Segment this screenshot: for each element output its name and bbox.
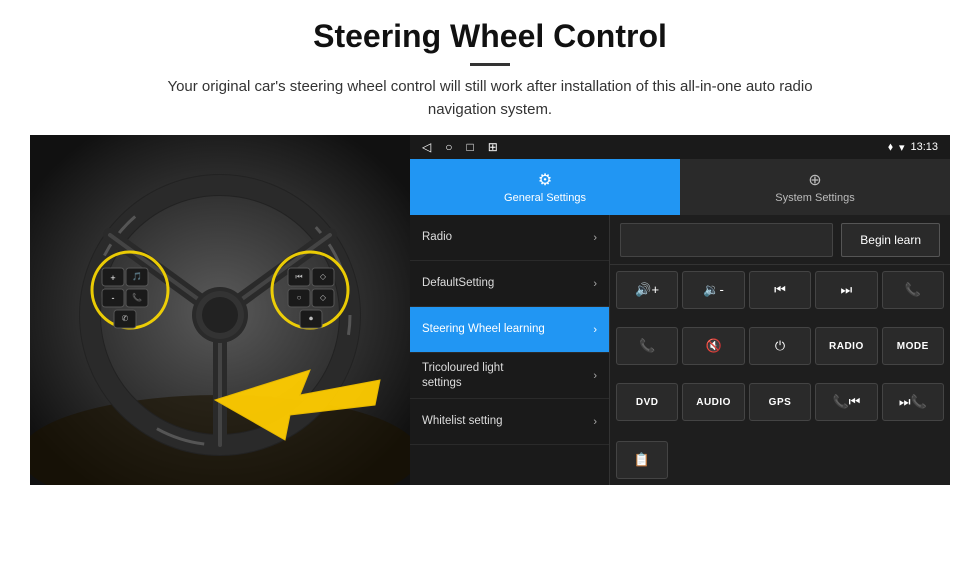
menu-default-label: DefaultSetting (422, 276, 494, 291)
tab-general-label: General Settings (504, 192, 586, 204)
vol-down-icon: 🔉- (703, 282, 724, 298)
tab-system-label: System Settings (775, 192, 854, 204)
bottom-row: 📋 (610, 441, 950, 485)
content-row: + 🎵 - 📞 ✆ ⏮ ◇ ○ ◇ (30, 135, 950, 485)
page-title: Steering Wheel Control (30, 18, 950, 55)
vol-up-button[interactable]: 🔊+ (616, 271, 678, 309)
status-bar: ⬧ ▾ 13:13 (888, 141, 938, 154)
vol-up-icon: 🔊+ (635, 282, 659, 298)
audio-button[interactable]: AUDIO (682, 383, 744, 421)
mute-icon: 🔇 (706, 338, 722, 354)
tab-bar: ⚙ General Settings ⊕ System Settings (410, 159, 950, 215)
mute-button[interactable]: 🔇 (682, 327, 744, 365)
system-settings-icon: ⊕ (808, 170, 821, 190)
power-icon: ⏻ (775, 338, 785, 354)
svg-text:○: ○ (297, 293, 302, 302)
audio-label: AUDIO (696, 397, 731, 408)
svg-text:✆: ✆ (122, 314, 129, 323)
next-track-button[interactable]: ⏭ (815, 271, 877, 309)
menu-item-tricoloured[interactable]: Tricoloured lightsettings › (410, 353, 609, 399)
dvd-button[interactable]: DVD (616, 383, 678, 421)
steering-wheel-svg: + 🎵 - 📞 ✆ ⏮ ◇ ○ ◇ (30, 135, 410, 485)
car-image-section: + 🎵 - 📞 ✆ ⏮ ◇ ○ ◇ (30, 135, 410, 485)
answer-icon: 📞 (639, 338, 655, 354)
phone-prev-icon: 📞⏮ (832, 394, 860, 410)
menu-steering-chevron: › (593, 324, 597, 336)
menu-tricoloured-label: Tricoloured lightsettings (422, 361, 503, 391)
title-divider (470, 63, 510, 66)
begin-learn-button[interactable]: Begin learn (841, 223, 940, 257)
back-nav-icon[interactable]: ◁ (422, 140, 431, 154)
mode-label: MODE (897, 341, 929, 352)
list-icon: 📋 (634, 452, 650, 468)
android-ui: ◁ ○ □ ⊞ ⬧ ▾ 13:13 ⚙ General Settings (410, 135, 950, 485)
menu-item-whitelist[interactable]: Whitelist setting › (410, 399, 609, 445)
recent-nav-icon[interactable]: □ (466, 140, 473, 154)
time-display: 13:13 (910, 141, 938, 153)
dvd-label: DVD (636, 397, 659, 408)
prev-track-icon: ⏮ (774, 282, 786, 298)
svg-text:◇: ◇ (320, 272, 327, 281)
location-icon: ⬧ (888, 141, 893, 154)
svg-text:🎵: 🎵 (132, 272, 142, 281)
list-button[interactable]: 📋 (616, 441, 668, 479)
grid-nav-icon[interactable]: ⊞ (488, 140, 498, 154)
phone-next-button[interactable]: ⏭📞 (882, 383, 944, 421)
vol-down-button[interactable]: 🔉- (682, 271, 744, 309)
right-panel: Begin learn 🔊+ 🔉- ⏮ (610, 215, 950, 485)
next-track-icon: ⏭ (841, 282, 853, 298)
svg-text:📞: 📞 (132, 292, 142, 302)
phone-icon: 📞 (905, 282, 921, 298)
phone-button[interactable]: 📞 (882, 271, 944, 309)
power-button[interactable]: ⏻ (749, 327, 811, 365)
subtitle-text: Your original car's steering wheel contr… (140, 76, 840, 121)
svg-text:◇: ◇ (320, 293, 327, 302)
control-grid: 🔊+ 🔉- ⏮ ⏭ 📞 (610, 265, 950, 441)
menu-item-radio[interactable]: Radio › (410, 215, 609, 261)
menu-whitelist-chevron: › (593, 416, 597, 428)
radio-label: RADIO (829, 341, 864, 352)
answer-call-button[interactable]: 📞 (616, 327, 678, 365)
page-container: Steering Wheel Control Your original car… (0, 0, 980, 495)
menu-tricoloured-chevron: › (593, 370, 597, 382)
menu-steering-label: Steering Wheel learning (422, 322, 545, 337)
radio-button[interactable]: RADIO (815, 327, 877, 365)
input-display-box (620, 223, 833, 257)
menu-whitelist-label: Whitelist setting (422, 414, 503, 429)
nav-icons: ◁ ○ □ ⊞ (422, 140, 498, 154)
svg-text:⏮: ⏮ (295, 272, 302, 281)
svg-text:+: + (110, 273, 115, 283)
gps-label: GPS (769, 397, 792, 408)
phone-prev-button[interactable]: 📞⏮ (815, 383, 877, 421)
menu-default-chevron: › (593, 278, 597, 290)
top-controls: Begin learn (610, 215, 950, 265)
android-top-bar: ◁ ○ □ ⊞ ⬧ ▾ 13:13 (410, 135, 950, 159)
phone-next-icon: ⏭📞 (899, 394, 927, 410)
wifi-icon: ▾ (899, 141, 905, 154)
tab-general-settings[interactable]: ⚙ General Settings (410, 159, 680, 215)
home-nav-icon[interactable]: ○ (445, 140, 452, 154)
svg-text:⏺: ⏺ (309, 314, 313, 323)
gps-button[interactable]: GPS (749, 383, 811, 421)
prev-track-button[interactable]: ⏮ (749, 271, 811, 309)
title-section: Steering Wheel Control Your original car… (30, 18, 950, 121)
menu-item-steering-wheel[interactable]: Steering Wheel learning › (410, 307, 609, 353)
main-content: Radio › DefaultSetting › Steering Wheel … (410, 215, 950, 485)
menu-radio-label: Radio (422, 230, 452, 245)
menu-radio-chevron: › (593, 232, 597, 244)
tab-system-settings[interactable]: ⊕ System Settings (680, 159, 950, 215)
left-menu: Radio › DefaultSetting › Steering Wheel … (410, 215, 610, 485)
mode-button[interactable]: MODE (882, 327, 944, 365)
menu-item-default-setting[interactable]: DefaultSetting › (410, 261, 609, 307)
general-settings-icon: ⚙ (538, 170, 552, 190)
svg-text:-: - (112, 293, 115, 303)
